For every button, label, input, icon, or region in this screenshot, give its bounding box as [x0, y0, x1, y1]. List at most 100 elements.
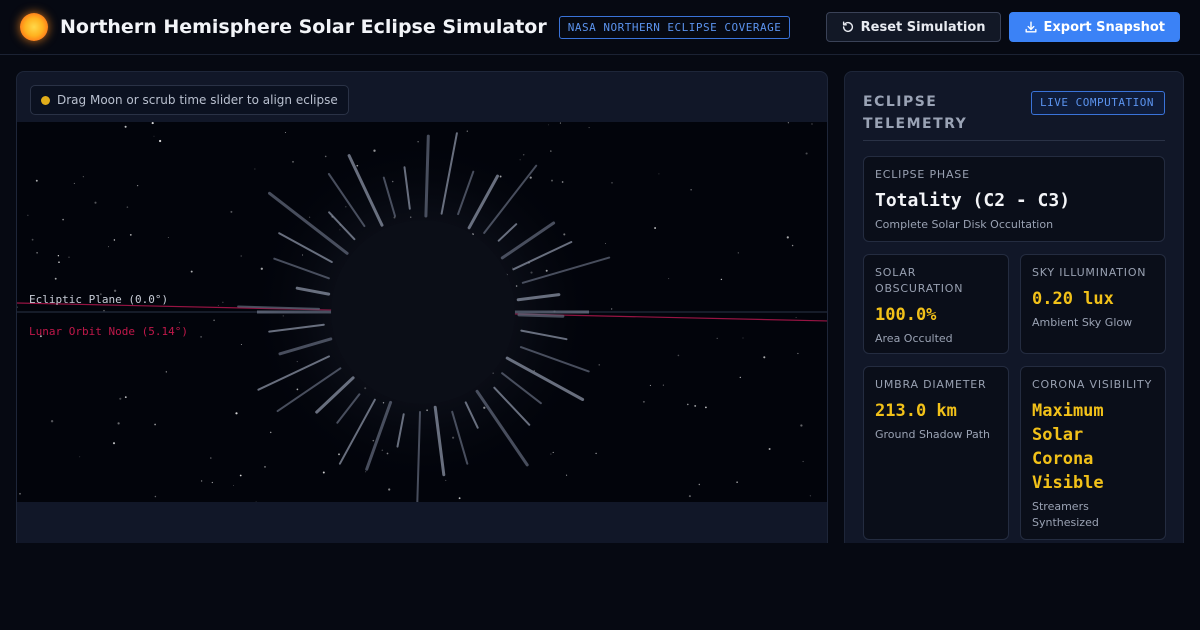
star	[153, 135, 155, 137]
eclipse-phase-description: Complete Solar Disk Occultation	[875, 218, 1054, 231]
star	[611, 308, 613, 310]
reset-simulation-button[interactable]: Reset Simulation	[825, 12, 1001, 42]
app-title: Northern Hemisphere Solar Eclipse Simula…	[60, 16, 547, 38]
star	[269, 431, 272, 434]
star	[809, 495, 812, 497]
sun-logo-icon	[20, 13, 48, 41]
star	[54, 277, 57, 280]
hint-dot-icon	[41, 95, 50, 105]
app-header: Northern Hemisphere Solar Eclipse Simula…	[0, 0, 1200, 55]
star	[217, 305, 219, 306]
eclipse-phase-card: ECLIPSE PHASE Totality (C2 - C3) Complet…	[863, 156, 1165, 242]
star	[690, 189, 692, 191]
umbra-diameter-label: UMBRA DIAMETER	[875, 378, 987, 391]
star	[791, 244, 794, 247]
star	[190, 270, 193, 273]
star	[662, 384, 664, 386]
lunar-orbit-node-label: Lunar Orbit Node (5.14°)	[29, 325, 188, 338]
star	[716, 337, 718, 340]
star	[240, 343, 242, 346]
star	[786, 236, 789, 239]
star	[50, 420, 54, 423]
star	[27, 214, 29, 216]
star	[550, 150, 552, 152]
live-computation-badge: LIVE COMPUTATION	[1031, 91, 1165, 115]
star	[254, 168, 256, 170]
star	[211, 481, 213, 484]
solar-obscuration-card: SOLAR OBSCURATION 100.0% Area Occulted	[863, 254, 1009, 354]
sky-illumination-description: Ambient Sky Glow	[1032, 316, 1133, 329]
star	[240, 255, 242, 257]
star	[742, 337, 744, 339]
star	[566, 474, 568, 476]
sky-illumination-card: SKY ILLUMINATION 0.20 lux Ambient Sky Gl…	[1020, 254, 1166, 354]
eclipse-phase-label: ECLIPSE PHASE	[875, 168, 970, 181]
star	[112, 442, 116, 445]
star	[79, 456, 81, 458]
star	[113, 239, 116, 241]
star	[698, 483, 701, 486]
star	[19, 492, 21, 495]
star	[154, 495, 157, 498]
star	[688, 495, 691, 498]
star	[62, 218, 64, 221]
star	[119, 397, 122, 400]
star	[126, 206, 129, 208]
star	[230, 210, 233, 213]
star	[178, 321, 181, 324]
star	[103, 309, 105, 312]
moon-disk[interactable]	[331, 220, 515, 404]
star	[787, 122, 790, 124]
star	[129, 233, 132, 236]
star	[649, 384, 651, 386]
star	[68, 256, 70, 258]
star	[694, 404, 697, 407]
star	[200, 480, 203, 482]
star	[720, 278, 723, 281]
export-snapshot-label: Export Snapshot	[1043, 19, 1166, 35]
star	[292, 160, 294, 163]
eclipse-scene	[17, 122, 827, 502]
corona-visibility-card: CORONA VISIBILITY Maximum Solar Corona V…	[1020, 366, 1166, 540]
star	[239, 474, 242, 477]
star	[136, 184, 139, 187]
star	[598, 364, 600, 366]
star	[561, 181, 564, 183]
export-snapshot-button[interactable]: Export Snapshot	[1008, 12, 1180, 42]
star	[737, 252, 739, 254]
eclipse-canvas[interactable]: Ecliptic Plane (0.0°) Lunar Orbit Node (…	[17, 122, 827, 502]
umbra-diameter-value: 213.0 km	[875, 401, 957, 421]
solar-obscuration-value: 100.0%	[875, 305, 937, 325]
star	[611, 182, 613, 184]
star	[797, 352, 799, 355]
star	[113, 289, 117, 292]
star	[108, 246, 109, 248]
star	[235, 412, 238, 415]
solar-obscuration-description: Area Occulted	[875, 332, 953, 345]
star	[686, 403, 689, 406]
star	[255, 501, 257, 502]
star	[82, 176, 84, 178]
star	[811, 123, 813, 125]
star	[802, 460, 804, 463]
star	[264, 466, 266, 468]
star	[213, 319, 215, 322]
corona-visibility-label: CORONA VISIBILITY	[1032, 378, 1153, 391]
simulation-panel: Drag Moon or scrub time slider to align …	[16, 71, 828, 543]
star	[167, 237, 169, 238]
star	[58, 261, 60, 263]
star	[805, 152, 808, 155]
star	[605, 243, 607, 245]
star	[222, 301, 224, 303]
corona-ray	[517, 313, 565, 318]
star	[763, 356, 766, 359]
reset-simulation-label: Reset Simulation	[860, 19, 986, 35]
interaction-hint: Drag Moon or scrub time slider to align …	[30, 85, 349, 115]
star	[668, 278, 670, 280]
coverage-badge: NASA NORTHERN ECLIPSE COVERAGE	[558, 15, 791, 39]
star	[705, 406, 707, 409]
telemetry-header: ECLIPSE TELEMETRY LIVE COMPUTATION	[863, 91, 1165, 141]
star	[57, 255, 60, 257]
star	[736, 481, 738, 483]
star	[73, 182, 75, 184]
